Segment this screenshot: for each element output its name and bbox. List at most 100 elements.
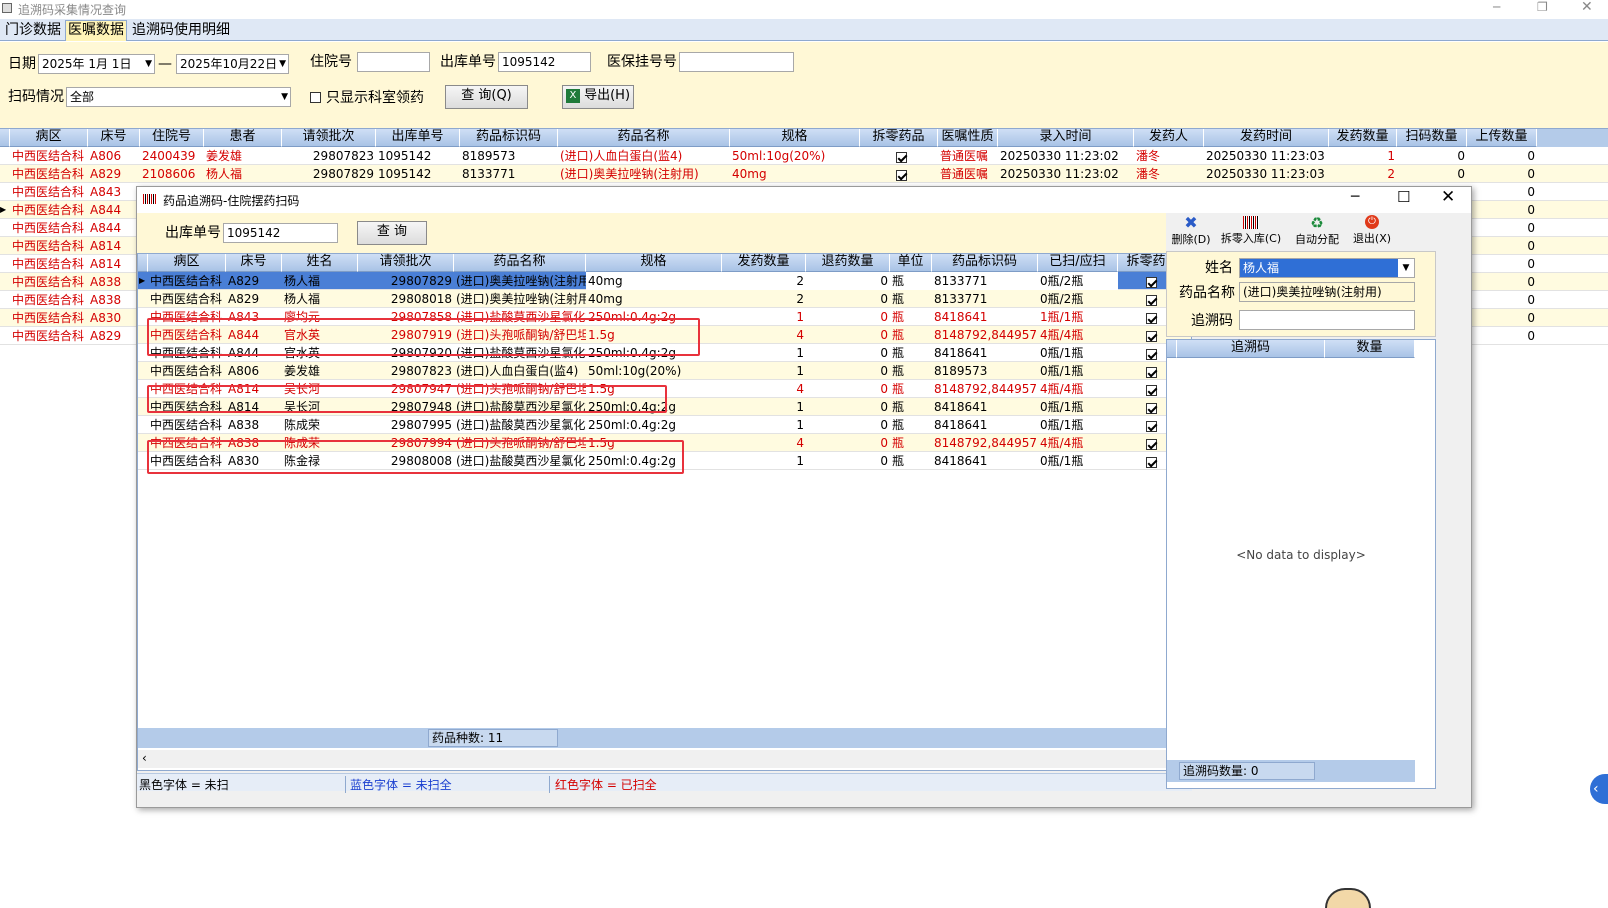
column-header[interactable]: [0, 129, 10, 147]
column-header[interactable]: 床号: [88, 129, 140, 147]
table-cell: 陈成荣: [284, 418, 321, 432]
dialog-title: 药品追溯码-住院摆药扫码: [163, 194, 300, 208]
date-from-picker[interactable]: 2025年 1月 1日 ▼: [38, 54, 155, 74]
column-header[interactable]: 已扫/应扫: [1038, 254, 1118, 272]
column-header[interactable]: 规格: [730, 129, 860, 147]
column-header[interactable]: 医嘱性质: [938, 129, 998, 147]
table-cell: 瓶: [890, 272, 932, 290]
table-cell: A829: [228, 274, 260, 288]
split-drug-checkbox[interactable]: [1146, 365, 1158, 378]
table-cell: 0: [806, 272, 890, 290]
table-cell: 4瓶/4瓶: [1040, 436, 1084, 450]
trace-count: 追溯码数量: 0: [1179, 762, 1315, 780]
column-header[interactable]: 药品标识码: [932, 254, 1038, 272]
table-cell: 中西医结合科: [12, 257, 85, 271]
split-drug-checkbox[interactable]: [1146, 347, 1158, 360]
table-row[interactable]: 中西医结合科 A829 2108606 杨人福 29807829 1095142 81337…: [0, 165, 1608, 183]
tab-trace-detail[interactable]: 追溯码使用明细: [131, 21, 231, 41]
column-header[interactable]: 扫码数量: [1397, 129, 1467, 147]
column-header[interactable]: 药品标识码: [460, 129, 558, 147]
column-header[interactable]: 录入时间: [998, 129, 1134, 147]
name-select[interactable]: 杨人福 ▼: [1239, 258, 1415, 278]
legend-bar: 黑色字体 = 未扫 蓝色字体 = 未扫全 红色字体 = 已扫全: [137, 773, 1192, 793]
trace-code-input[interactable]: [1239, 310, 1415, 330]
table-cell: 中西医结合科: [12, 311, 85, 325]
column-header[interactable]: 姓名: [282, 254, 358, 272]
table-cell: 29807995: [390, 418, 452, 432]
drug-name-input[interactable]: (进口)奥美拉唑钠(注射用): [1239, 282, 1415, 302]
column-header[interactable]: 床号: [226, 254, 282, 272]
table-row[interactable]: 中西医结合科 A838 陈成荣 29807995 (进口)盐酸莫西沙星氯化钠 250ml:…: [138, 416, 1191, 434]
table-cell: 8418641: [934, 310, 988, 324]
date-to-picker[interactable]: 2025年10月22日 ▼: [176, 54, 289, 74]
tab-outpatient[interactable]: 门诊数据: [2, 21, 64, 41]
scroll-left-icon[interactable]: ‹: [142, 751, 147, 765]
column-header[interactable]: 发药人: [1134, 129, 1204, 147]
column-header[interactable]: 请领批次: [358, 254, 454, 272]
dialog-outbound-input[interactable]: 1095142: [223, 223, 338, 243]
column-header[interactable]: 药品名称: [558, 129, 730, 147]
column-header[interactable]: [138, 254, 148, 272]
delete-button[interactable]: ✖ 删除(D): [1168, 215, 1214, 247]
table-row[interactable]: ▶ 中西医结合科 A829 杨人福 29807829 (进口)奥美拉唑钠(注射用) 40mg…: [138, 272, 1191, 290]
close-icon[interactable]: ✕: [1581, 0, 1593, 15]
exit-button[interactable]: ⏻ 退出(X): [1346, 215, 1398, 246]
table-row[interactable]: 中西医结合科 A829 杨人福 29808018 (进口)奥美拉唑钠(注射用) 40mg 2…: [138, 290, 1191, 308]
auto-assign-button[interactable]: ♻ 自动分配: [1290, 215, 1344, 247]
table-cell: A838: [90, 275, 122, 289]
split-drug-checkbox[interactable]: [1146, 275, 1158, 288]
split-drug-checkbox[interactable]: [1146, 383, 1158, 396]
column-header[interactable]: 住院号: [140, 129, 204, 147]
export-button[interactable]: X 导出(H): [562, 85, 634, 109]
column-header[interactable]: 病区: [148, 254, 226, 272]
column-header[interactable]: 患者: [204, 129, 282, 147]
query-button[interactable]: 查 询(Q): [445, 85, 528, 109]
split-stock-button[interactable]: 拆零入库(C): [1218, 215, 1284, 246]
table-cell: (进口)奥美拉唑钠(注射用): [560, 167, 699, 181]
tab-orders[interactable]: 医嘱数据: [65, 20, 127, 41]
split-drug-checkbox[interactable]: [1146, 437, 1158, 450]
split-drug-checkbox[interactable]: [1146, 455, 1158, 468]
toolbar: ✖ 删除(D) 拆零入库(C) ♻ 自动分配 ⏻ 退出(X): [1166, 213, 1436, 251]
delete-icon: ✖: [1184, 213, 1198, 232]
split-drug-checkbox[interactable]: [1146, 311, 1158, 324]
table-cell: 姜发雄: [284, 364, 321, 378]
dept-only-checkbox[interactable]: [310, 92, 321, 103]
table-row[interactable]: 中西医结合科 A806 2400439 姜发雄 29807823 1095142 81895…: [0, 147, 1608, 165]
insurance-input[interactable]: [679, 52, 794, 72]
column-header[interactable]: 退药数量: [806, 254, 890, 272]
dialog-query-button[interactable]: 查 询: [357, 221, 427, 245]
outbound-input[interactable]: 1095142: [498, 52, 591, 72]
column-header[interactable]: 出库单号: [376, 129, 460, 147]
split-drug-checkbox[interactable]: [1146, 401, 1158, 414]
table-cell: 1095142: [378, 167, 432, 181]
horizontal-scrollbar[interactable]: ‹ ›: [138, 750, 1191, 768]
column-header[interactable]: 拆零药品: [860, 129, 938, 147]
table-cell: 普通医嘱: [940, 167, 989, 181]
insurance-label: 医保挂号号: [607, 54, 677, 70]
column-header[interactable]: 病区: [10, 129, 88, 147]
column-header[interactable]: 发药数量: [722, 254, 806, 272]
dialog-close-icon[interactable]: ✕: [1441, 187, 1455, 207]
column-header[interactable]: 药品名称: [454, 254, 586, 272]
split-drug-checkbox[interactable]: [1146, 419, 1158, 432]
column-header[interactable]: 单位: [890, 254, 932, 272]
column-header[interactable]: 请领批次: [282, 129, 376, 147]
side-expand-icon[interactable]: ‹: [1590, 774, 1608, 804]
split-drug-checkbox[interactable]: [1146, 329, 1158, 342]
inpatient-input[interactable]: [357, 52, 430, 72]
table-row[interactable]: 中西医结合科 A806 姜发雄 29807823 (进口)人血白蛋白(监4) 50ml:1…: [138, 362, 1191, 380]
table-cell: 姜发雄: [206, 149, 243, 163]
column-header[interactable]: 规格: [586, 254, 722, 272]
dialog-maximize-icon[interactable]: ☐: [1397, 188, 1410, 206]
legend-blue: 蓝色字体 = 未扫全: [350, 776, 550, 793]
table-cell: 2: [1387, 167, 1395, 181]
minimize-icon[interactable]: ─: [1493, 0, 1500, 14]
column-header[interactable]: 发药时间: [1204, 129, 1329, 147]
restore-icon[interactable]: ❐: [1537, 0, 1548, 14]
column-header[interactable]: 上传数量: [1467, 129, 1537, 147]
scan-select[interactable]: 全部 ▼: [66, 87, 291, 107]
dialog-minimize-icon[interactable]: ─: [1351, 189, 1359, 205]
split-drug-checkbox[interactable]: [1146, 293, 1158, 306]
column-header[interactable]: 发药数量: [1329, 129, 1397, 147]
